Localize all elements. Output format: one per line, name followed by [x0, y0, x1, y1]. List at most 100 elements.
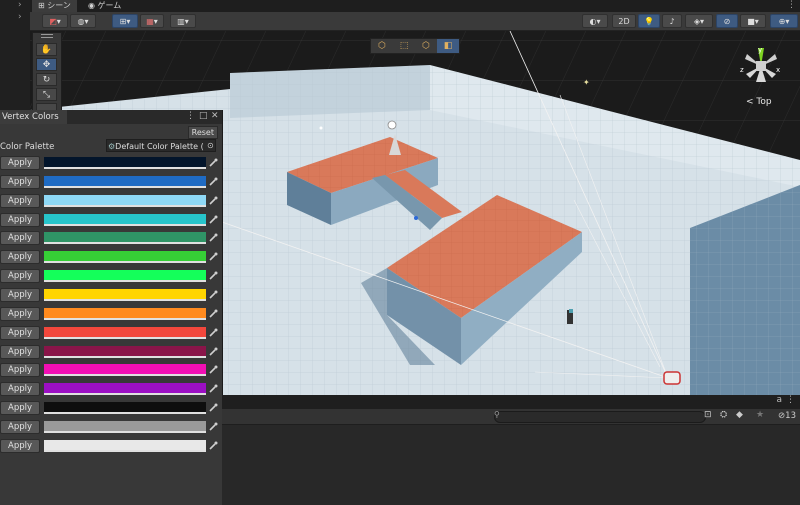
apply-button[interactable]: Apply [0, 419, 40, 434]
cube-icon[interactable]: ⬡ [415, 39, 437, 53]
lock-icon[interactable]: a [776, 395, 782, 405]
search-icon: ⚲ [494, 410, 500, 419]
apply-button[interactable]: Apply [0, 269, 40, 284]
apply-button[interactable]: Apply [0, 193, 40, 208]
vertex-colors-tab-bar: Vertex Colors ⋮ □ ✕ [0, 110, 222, 124]
close-icon[interactable]: ✕ [211, 111, 219, 121]
eyedropper-icon[interactable] [208, 196, 218, 206]
2d-toggle-button[interactable]: 2D [612, 14, 636, 28]
apply-button[interactable]: Apply [0, 344, 40, 359]
cube-filled-icon[interactable]: ◧ [437, 39, 459, 53]
eyedropper-icon[interactable] [208, 422, 218, 432]
drag-handle-icon[interactable] [41, 34, 53, 38]
more-options-icon[interactable]: ⋮ [787, 0, 796, 10]
apply-button[interactable]: Apply [0, 156, 40, 170]
color-swatch[interactable] [44, 420, 206, 433]
color-swatch[interactable] [44, 232, 206, 245]
snap-increment-button[interactable]: ▦ ▾ [140, 14, 164, 28]
draw-mode-button[interactable]: ◐▾ [582, 14, 608, 28]
color-swatch[interactable] [44, 439, 206, 452]
hidden-count[interactable]: ⊘13 [778, 411, 796, 421]
color-swatch[interactable] [44, 383, 206, 396]
eyedropper-icon[interactable] [208, 158, 218, 168]
camera-settings-button[interactable]: ■▾ [740, 14, 766, 28]
incremental-snap-button[interactable]: ▥▾ [170, 14, 196, 28]
label-filter-icon[interactable]: ◆ [736, 410, 743, 420]
apply-button[interactable]: Apply [0, 325, 40, 340]
tab-game[interactable]: ◉ ゲーム [82, 0, 127, 12]
more-options-icon[interactable]: ⋮ [786, 395, 795, 405]
hidden-objects-toggle-button[interactable]: ⊘ [716, 14, 738, 28]
eyedropper-icon[interactable] [208, 403, 218, 413]
maximize-icon[interactable]: □ [199, 111, 208, 121]
effects-toggle-button[interactable]: ◈▾ [685, 14, 713, 28]
box-icon[interactable]: ⬡ [371, 39, 393, 53]
color-row: Apply [0, 230, 222, 246]
color-swatch[interactable] [44, 270, 206, 283]
color-swatch[interactable] [44, 194, 206, 207]
hierarchy-panel: a ⋮ ⚲ ⊡ ⛭ ◆ ★ ⊘13 [222, 395, 800, 505]
type-filter-icon[interactable]: ⛭ [720, 410, 727, 420]
apply-button[interactable]: Apply [0, 287, 40, 302]
color-swatch[interactable] [44, 326, 206, 339]
tab-scene[interactable]: ⊞ シーン [32, 0, 77, 12]
apply-button[interactable]: Apply [0, 174, 40, 189]
eyedropper-icon[interactable] [208, 290, 218, 300]
color-row: Apply [0, 325, 222, 341]
scene-tab-icon: ⊞ [38, 1, 45, 10]
eyedropper-icon[interactable] [208, 441, 218, 451]
move-tool-icon[interactable]: ✥ [36, 58, 57, 71]
pivot-tool-button[interactable]: ◩ ▾ [42, 14, 68, 28]
lighting-toggle-button[interactable]: 💡 [638, 14, 660, 28]
apply-button[interactable]: Apply [0, 250, 40, 265]
audio-toggle-button[interactable]: ♪ [662, 14, 682, 28]
view-label[interactable]: < Top [746, 97, 772, 107]
color-swatch[interactable] [44, 251, 206, 264]
apply-button[interactable]: Apply [0, 401, 40, 416]
color-swatch[interactable] [44, 157, 206, 169]
color-swatch[interactable] [44, 364, 206, 377]
gizmos-button[interactable]: ⊕▾ [770, 14, 798, 28]
object-picker-icon[interactable]: ⊙ [207, 141, 214, 150]
vertex-colors-panel: Vertex Colors ⋮ □ ✕ Reset Color Palette … [0, 110, 223, 505]
color-swatch[interactable] [44, 402, 206, 415]
grid-snap-button[interactable]: ⊞▾ [112, 14, 138, 28]
chevron-right-icon[interactable]: › [18, 12, 22, 22]
apply-button[interactable]: Apply [0, 306, 40, 321]
reset-button[interactable]: Reset [187, 126, 218, 139]
eyedropper-icon[interactable] [208, 347, 218, 357]
color-swatch[interactable] [44, 288, 206, 301]
eyedropper-icon[interactable] [208, 328, 218, 338]
eyedropper-icon[interactable] [208, 365, 218, 375]
color-swatch[interactable] [44, 213, 206, 226]
rect-tool-icon[interactable]: ⬚ [393, 39, 415, 53]
eyedropper-icon[interactable] [208, 233, 218, 243]
hand-tool-icon[interactable]: ✋ [36, 43, 57, 56]
scene-filter-icon[interactable]: ⊡ [704, 410, 712, 420]
color-swatch[interactable] [44, 175, 206, 188]
apply-button[interactable]: Apply [0, 212, 40, 227]
apply-button[interactable]: Apply [0, 438, 40, 453]
scale-tool-icon[interactable]: ⤡ [36, 88, 57, 101]
eyedropper-icon[interactable] [208, 215, 218, 225]
eyedropper-icon[interactable] [208, 309, 218, 319]
apply-button[interactable]: Apply [0, 363, 40, 378]
favorite-icon[interactable]: ★ [756, 410, 764, 420]
orientation-gizmo[interactable]: y z x [736, 44, 788, 90]
color-swatch[interactable] [44, 345, 206, 358]
color-swatch[interactable] [44, 307, 206, 320]
rotate-tool-icon[interactable]: ↻ [36, 73, 57, 86]
eyedropper-icon[interactable] [208, 252, 218, 262]
search-input[interactable] [494, 411, 706, 423]
more-options-icon[interactable]: ⋮ [186, 111, 195, 121]
apply-button[interactable]: Apply [0, 231, 40, 246]
color-palette-field[interactable]: ⚙Default Color Palette ( [106, 139, 216, 152]
apply-button[interactable]: Apply [0, 382, 40, 397]
eyedropper-icon[interactable] [208, 271, 218, 281]
bottom-tab-bar: a ⋮ [222, 395, 800, 409]
chevron-right-icon[interactable]: › [18, 0, 22, 10]
eyedropper-icon[interactable] [208, 384, 218, 394]
tab-vertex-colors[interactable]: Vertex Colors [0, 110, 67, 124]
eyedropper-icon[interactable] [208, 177, 218, 187]
global-local-button[interactable]: ◍▾ [70, 14, 96, 28]
